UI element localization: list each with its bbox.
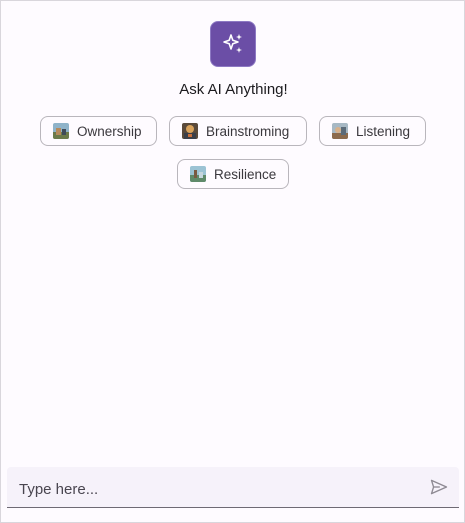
page-title: Ask AI Anything! bbox=[179, 81, 288, 98]
image-thumbnail-icon bbox=[190, 166, 206, 182]
chat-panel: Ask AI Anything! Ownership Brainstroming bbox=[0, 0, 465, 523]
image-thumbnail-icon bbox=[182, 123, 198, 139]
suggestion-label: Ownership bbox=[77, 123, 142, 139]
sparkles-icon bbox=[223, 34, 242, 53]
suggestion-label: Listening bbox=[356, 123, 411, 139]
suggestion-label: Resilience bbox=[214, 166, 277, 182]
suggestion-chip-brainstroming[interactable]: Brainstroming bbox=[169, 116, 307, 146]
suggestion-chip-listening[interactable]: Listening bbox=[319, 116, 426, 146]
suggestion-label: Brainstroming bbox=[206, 123, 290, 139]
suggestion-chip-resilience[interactable]: Resilience bbox=[177, 159, 289, 189]
image-thumbnail-icon bbox=[332, 123, 348, 139]
image-thumbnail-icon bbox=[53, 123, 69, 139]
message-composer bbox=[7, 467, 459, 508]
send-icon[interactable] bbox=[429, 477, 449, 497]
ai-logo bbox=[210, 21, 256, 67]
suggestion-chip-ownership[interactable]: Ownership bbox=[40, 116, 157, 146]
message-input[interactable] bbox=[17, 475, 411, 503]
